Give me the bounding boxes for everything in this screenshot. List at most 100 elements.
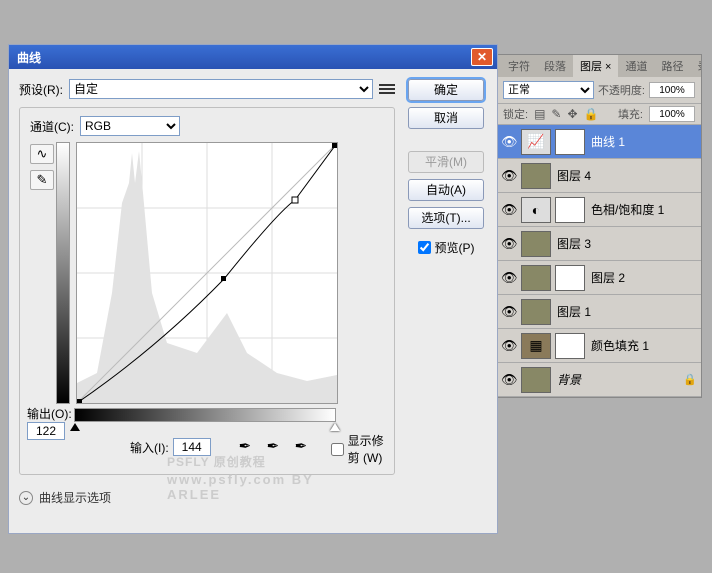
layer-row[interactable]: 👁📈 曲线 1	[497, 125, 701, 159]
input-value[interactable]	[173, 438, 211, 456]
layer-thumbnail[interactable]	[521, 265, 551, 291]
visibility-icon[interactable]: 👁	[501, 372, 517, 388]
input-gradient-bar[interactable]	[74, 408, 336, 422]
pencil-tool-icon[interactable]: ✎	[30, 170, 54, 190]
white-point-slider[interactable]	[330, 423, 340, 431]
input-label: 输入(I):	[130, 439, 169, 456]
tool-column: ∿ ✎	[30, 142, 56, 404]
visibility-icon[interactable]: 👁	[501, 134, 517, 150]
layer-name: 图层 1	[555, 303, 697, 320]
expand-label: 曲线显示选项	[39, 489, 111, 506]
curves-dialog: 曲线 ✕ 预设(R): 自定 通道(C): RGB ∿ ✎	[8, 44, 498, 534]
input-gradient-wrap	[74, 408, 384, 422]
layer-mask[interactable]	[555, 265, 585, 291]
titlebar[interactable]: 曲线 ✕	[9, 45, 497, 69]
layer-row[interactable]: 👁◐ 色相/饱和度 1	[497, 193, 701, 227]
visibility-icon[interactable]: 👁	[501, 236, 517, 252]
layer-thumbnail[interactable]: ◐	[521, 197, 551, 223]
layer-name: 图层 2	[589, 269, 697, 286]
layer-thumbnail[interactable]: 📈	[521, 129, 551, 155]
channel-row: 通道(C): RGB	[30, 116, 384, 136]
layer-name: 曲线 1	[589, 133, 697, 150]
layers-panel: 字符段落图层 ×通道路径录动作 正常 不透明度: 锁定: ▤ ✎ ✥ 🔒 填充:…	[496, 54, 702, 398]
lock-label: 锁定:	[503, 106, 528, 122]
lock-row: 锁定: ▤ ✎ ✥ 🔒 填充:	[497, 104, 701, 125]
fill-input[interactable]	[649, 106, 695, 122]
blend-row: 正常 不透明度:	[497, 77, 701, 104]
close-button[interactable]: ✕	[471, 48, 493, 66]
layer-thumbnail[interactable]	[521, 367, 551, 393]
panel-tab[interactable]: 段落	[537, 55, 573, 77]
panel-tabs: 字符段落图层 ×通道路径录动作	[497, 55, 701, 77]
curve-tool-icon[interactable]: ∿	[30, 144, 54, 164]
lock-paint-icon[interactable]: ✎	[551, 107, 561, 121]
layer-name: 图层 3	[555, 235, 697, 252]
output-block: 输出(O):	[27, 405, 72, 440]
show-clip-checkbox[interactable]	[331, 443, 344, 456]
layer-row[interactable]: 👁 图层 3	[497, 227, 701, 261]
auto-button[interactable]: 自动(A)	[408, 179, 484, 201]
preview-checkbox[interactable]	[418, 241, 431, 254]
layer-row[interactable]: 👁 图层 2	[497, 261, 701, 295]
lock-all-icon[interactable]: 🔒	[584, 107, 599, 121]
preset-select[interactable]: 自定	[69, 79, 373, 99]
lock-icon: 🔒	[683, 373, 697, 386]
curve-area: ∿ ✎	[30, 142, 384, 404]
show-clip-row[interactable]: 显示修剪 (W)	[331, 432, 384, 466]
visibility-icon[interactable]: 👁	[501, 202, 517, 218]
main-column: 预设(R): 自定 通道(C): RGB ∿ ✎	[19, 79, 395, 506]
options-button[interactable]: 选项(T)...	[408, 207, 484, 229]
layer-thumbnail[interactable]	[521, 231, 551, 257]
preview-label: 预览(P)	[435, 239, 475, 256]
opacity-input[interactable]	[649, 82, 695, 98]
layer-row[interactable]: 👁 图层 4	[497, 159, 701, 193]
panel-tab[interactable]: 字符	[501, 55, 537, 77]
lock-transparency-icon[interactable]: ▤	[534, 107, 545, 121]
output-gradient-bar	[56, 142, 70, 404]
visibility-icon[interactable]: 👁	[501, 270, 517, 286]
layer-mask[interactable]	[555, 333, 585, 359]
visibility-icon[interactable]: 👁	[501, 168, 517, 184]
visibility-icon[interactable]: 👁	[501, 338, 517, 354]
layer-mask[interactable]	[555, 129, 585, 155]
output-value[interactable]	[27, 422, 65, 440]
layer-thumbnail[interactable]	[521, 163, 551, 189]
fill-label: 填充:	[618, 106, 643, 122]
close-icon: ✕	[477, 50, 487, 64]
white-eyedropper-icon[interactable]: ✒	[295, 437, 315, 457]
layer-name: 颜色填充 1	[589, 337, 697, 354]
layer-row[interactable]: 👁 背景 🔒	[497, 363, 701, 397]
visibility-icon[interactable]: 👁	[501, 304, 517, 320]
layer-thumbnail[interactable]	[521, 299, 551, 325]
layer-row[interactable]: 👁▦ 颜色填充 1	[497, 329, 701, 363]
dialog-title: 曲线	[13, 49, 471, 66]
layer-mask[interactable]	[555, 197, 585, 223]
panel-tab[interactable]: 录	[690, 55, 701, 77]
layer-name: 图层 4	[555, 167, 697, 184]
blend-mode-select[interactable]: 正常	[503, 81, 594, 99]
button-column: 确定 取消 平滑(M) 自动(A) 选项(T)... 预览(P)	[405, 79, 487, 506]
curve-frame: 通道(C): RGB ∿ ✎	[19, 107, 395, 475]
expand-row[interactable]: ⌄ 曲线显示选项	[19, 489, 395, 506]
layers-list: 👁📈曲线 1👁图层 4👁◐色相/饱和度 1👁图层 3👁图层 2👁图层 1👁▦颜色…	[497, 125, 701, 397]
expand-icon[interactable]: ⌄	[19, 491, 33, 505]
input-row: 输入(I): ✒ ✒ ✒ 显示修剪 (W)	[130, 428, 384, 466]
ok-button[interactable]: 确定	[408, 79, 484, 101]
gray-eyedropper-icon[interactable]: ✒	[267, 437, 287, 457]
layer-thumbnail[interactable]: ▦	[521, 333, 551, 359]
black-eyedropper-icon[interactable]: ✒	[239, 437, 259, 457]
preset-menu-icon[interactable]	[379, 81, 395, 97]
channel-select[interactable]: RGB	[80, 116, 180, 136]
panel-tab[interactable]: 路径	[654, 55, 690, 77]
lock-move-icon[interactable]: ✥	[567, 107, 577, 121]
layer-name: 背景	[555, 371, 679, 388]
cancel-button[interactable]: 取消	[408, 107, 484, 129]
output-label: 输出(O):	[27, 405, 72, 422]
panel-tab[interactable]: 图层 ×	[573, 55, 618, 77]
preview-row[interactable]: 预览(P)	[418, 239, 475, 256]
layer-name: 色相/饱和度 1	[589, 201, 697, 218]
layer-row[interactable]: 👁 图层 1	[497, 295, 701, 329]
panel-tab[interactable]: 通道	[618, 55, 654, 77]
curve-grid[interactable]: PSFLY 原创教程 www.psfly.com BY ARLEE	[76, 142, 338, 404]
smooth-button: 平滑(M)	[408, 151, 484, 173]
